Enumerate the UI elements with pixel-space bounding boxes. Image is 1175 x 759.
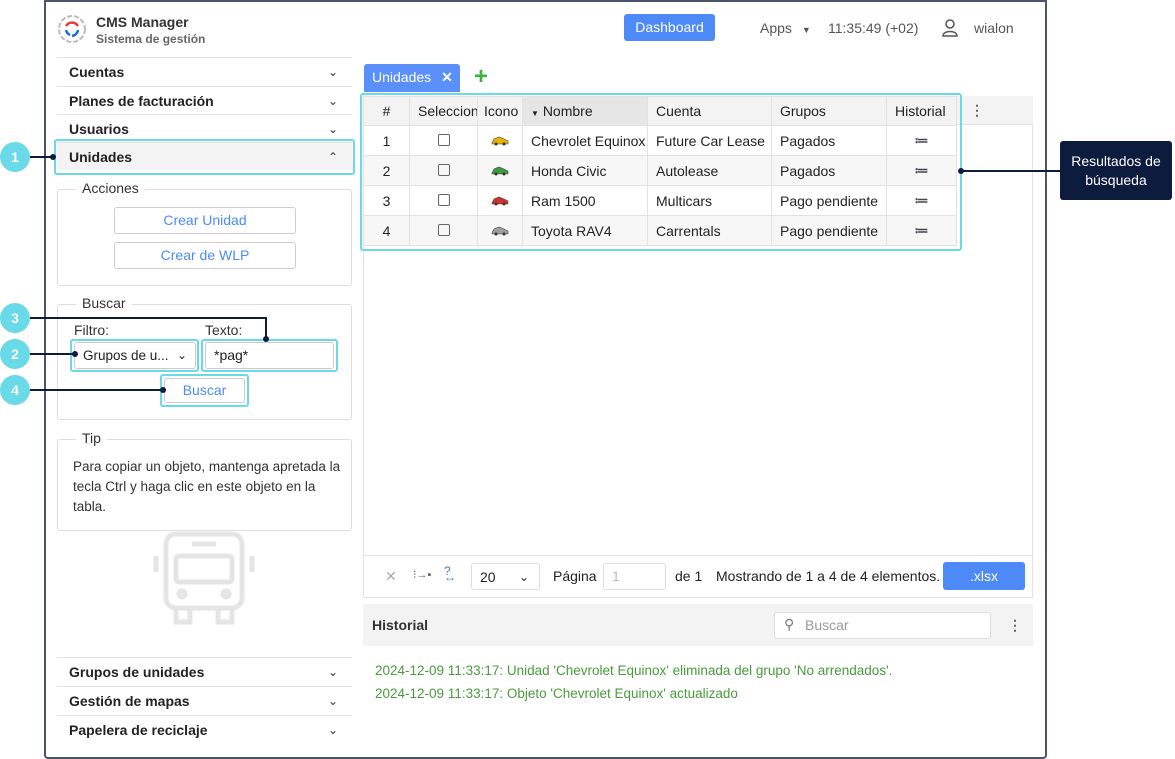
export-xlsx-button[interactable]: .xlsx [943, 562, 1025, 590]
history-entry: 2024-12-09 11:33:17: Objeto 'Chevrolet E… [375, 686, 738, 701]
clear-filter-icon[interactable]: ✕ [385, 568, 397, 585]
actions-fieldset [57, 189, 352, 286]
search-icon: ⚲ [784, 616, 795, 632]
history-title: Historial [372, 617, 429, 633]
chevron-down-icon: ⌄ [327, 723, 338, 737]
history-menu-icon[interactable]: ⋮ [1008, 617, 1022, 634]
sidebar-item-usuarios[interactable]: Usuarios ⌄ [57, 114, 352, 142]
callout-1: 1 [0, 142, 30, 172]
callout-line [30, 156, 52, 158]
highlight-unidades [54, 139, 355, 175]
sidebar-item-mapas[interactable]: Gestión de mapas ⌄ [57, 686, 352, 714]
callout-results: Resultados de búsqueda [1060, 141, 1172, 200]
add-tab-icon[interactable]: + [474, 63, 488, 91]
filter-label: Filtro: [74, 322, 109, 338]
callout-dot [160, 387, 166, 393]
create-from-wlp-button[interactable]: Crear de WLP [114, 242, 296, 269]
callout-line [30, 317, 267, 319]
search-legend: Buscar [76, 295, 132, 311]
tab-label: Unidades [372, 69, 432, 85]
tip-legend: Tip [76, 430, 107, 446]
actions-legend: Acciones [76, 180, 145, 196]
callout-dot [50, 154, 56, 160]
showing-text: Mostrando de 1 a 4 de 4 elementos. [716, 568, 941, 584]
clock: 11:35:49 (+02) [828, 20, 919, 36]
chevron-down-icon: ⌄ [327, 694, 338, 708]
app-subtitle: Sistema de gestión [96, 32, 206, 46]
highlight-text [201, 339, 338, 372]
callout-line [962, 170, 1060, 172]
bus-icon [153, 531, 255, 625]
tab-unidades[interactable]: Unidades ✕ [364, 64, 460, 92]
callout-2: 2 [0, 339, 30, 369]
history-search-input[interactable]: Buscar [774, 612, 991, 639]
sidebar-item-grupos[interactable]: Grupos de unidades ⌄ [57, 657, 352, 685]
sidebar-item-label: Planes de facturación [69, 93, 214, 109]
caret-down-icon: ▼ [801, 25, 811, 35]
chevron-down-icon: ⌄ [327, 94, 338, 108]
apps-label: Apps [760, 20, 792, 36]
logo-icon [58, 15, 86, 43]
create-unit-button[interactable]: Crear Unidad [114, 207, 296, 234]
username[interactable]: wialon [974, 20, 1014, 36]
callout-dot [263, 336, 269, 342]
callout-4: 4 [0, 375, 30, 405]
apps-menu[interactable]: Apps ▼ [760, 20, 811, 36]
user-icon[interactable] [941, 18, 959, 38]
page-input[interactable]: 1 [603, 563, 666, 590]
search-placeholder: Buscar [805, 617, 849, 633]
highlight-results [360, 93, 962, 251]
text-label: Texto: [205, 322, 243, 338]
sidebar-item-label: Gestión de mapas [69, 693, 190, 709]
sidebar-item-label: Grupos de unidades [69, 664, 205, 680]
sidebar-item-label: Papelera de reciclaje [69, 722, 208, 738]
chevron-down-icon: ⌄ [327, 665, 338, 679]
autosize-icon[interactable]: ? ↔ [444, 564, 456, 592]
callout-dot [72, 351, 78, 357]
page-label: Página [553, 568, 597, 584]
sidebar-item-label: Usuarios [69, 121, 129, 137]
app-frame-top [44, 0, 1047, 2]
sidebar-item-cuentas[interactable]: Cuentas ⌄ [57, 57, 352, 85]
close-icon[interactable]: ✕ [441, 69, 453, 85]
sidebar-item-label: Cuentas [69, 64, 125, 80]
highlight-filter [70, 339, 199, 372]
callout-line [30, 353, 74, 355]
page-size-value: 20 [480, 569, 496, 585]
app-title: CMS Manager [96, 14, 189, 30]
page-size-select[interactable]: 20 ⌄ [471, 563, 540, 590]
expand-columns-icon[interactable]: ⁝→▪ [413, 568, 431, 581]
grid-header-filler: ⋮ [956, 96, 1033, 125]
chevron-down-icon: ⌄ [518, 570, 529, 584]
column-menu-icon[interactable]: ⋮ [970, 102, 984, 119]
callout-line [30, 389, 164, 391]
tip-text: Para copiar un objeto, mantenga apretada… [73, 459, 341, 514]
dashboard-button[interactable]: Dashboard [624, 14, 715, 41]
sidebar-item-papelera[interactable]: Papelera de reciclaje ⌄ [57, 715, 352, 743]
page-count: de 1 [675, 568, 703, 584]
history-entry: 2024-12-09 11:33:17: Unidad 'Chevrolet E… [375, 663, 893, 678]
highlight-search-button [160, 374, 249, 407]
sidebar-item-planes[interactable]: Planes de facturación ⌄ [57, 86, 352, 114]
chevron-down-icon: ⌄ [327, 65, 338, 79]
callout-3: 3 [0, 303, 30, 333]
divider [363, 555, 1033, 556]
